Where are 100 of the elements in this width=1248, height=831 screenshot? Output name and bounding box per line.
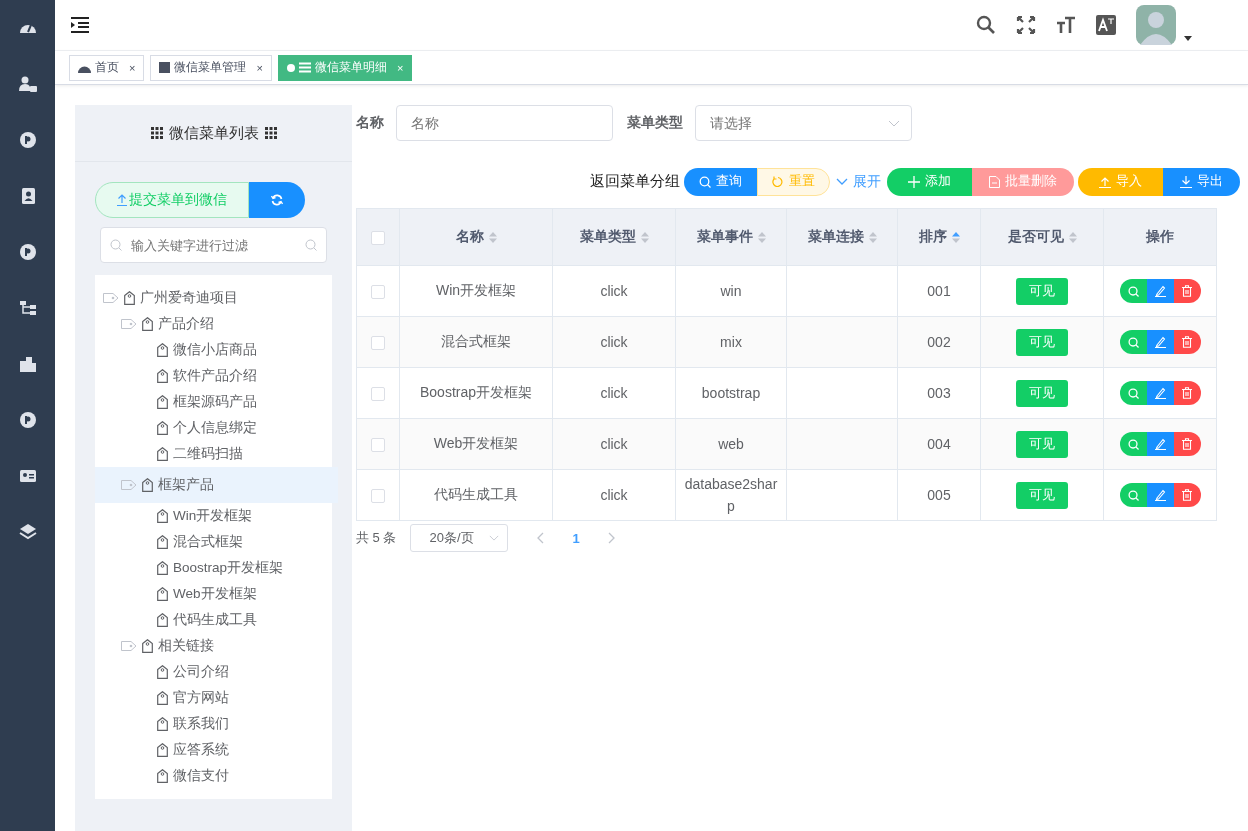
tree-node[interactable]: 个人信息绑定 [95, 415, 332, 441]
circle-icon[interactable] [18, 411, 37, 429]
tree-node[interactable]: Boostrap开发框架 [95, 555, 332, 581]
tag-icon[interactable] [121, 641, 137, 651]
tree-node[interactable]: 软件产品介绍 [95, 363, 332, 389]
column-header[interactable]: 排序 [918, 228, 947, 246]
tree-node[interactable]: 相关链接 [95, 633, 332, 659]
column-header[interactable]: 是否可见 [1007, 228, 1064, 246]
page-size-select[interactable]: 20条/页 [410, 524, 509, 552]
label-icon [157, 587, 168, 601]
view-button[interactable] [1119, 330, 1147, 354]
user-lock-icon[interactable] [18, 75, 37, 93]
tree-node[interactable]: 框架源码产品 [95, 389, 332, 415]
tree-node[interactable]: 微信小店商品 [95, 337, 332, 363]
tree-node[interactable]: 广州爱奇迪项目 [95, 285, 332, 311]
column-header[interactable]: 操作 [1146, 228, 1174, 246]
tree-node[interactable]: 官方网站 [95, 685, 332, 711]
column-header[interactable]: 菜单连接 [807, 228, 864, 246]
view-button[interactable] [1119, 381, 1147, 405]
refresh-button[interactable] [249, 182, 305, 218]
tree-node[interactable]: 混合式框架 [95, 529, 332, 555]
fullscreen-icon[interactable] [1016, 15, 1036, 35]
delete-button[interactable] [1173, 279, 1201, 303]
parking-icon[interactable] [18, 243, 37, 261]
font-size-icon[interactable] [1056, 15, 1076, 35]
menu-icon[interactable] [71, 17, 89, 33]
delete-button[interactable] [1173, 483, 1201, 507]
sort-icon[interactable] [868, 230, 877, 244]
name-field[interactable]: 名称 [396, 105, 613, 141]
menu-type-select[interactable]: 请选择 [695, 105, 912, 141]
avatar[interactable] [1136, 5, 1176, 45]
trash-icon [1182, 336, 1192, 348]
table-cell: 混合式框架 [441, 333, 511, 349]
edit-button[interactable] [1146, 432, 1174, 456]
hierarchy-icon[interactable] [18, 299, 37, 317]
tree-node[interactable]: 代码生成工具 [95, 607, 332, 633]
tree-node[interactable]: 二维码扫描 [95, 441, 332, 467]
view-button[interactable] [1119, 279, 1147, 303]
delete-button[interactable] [1173, 381, 1201, 405]
sort-icon[interactable] [1068, 230, 1077, 244]
column-header[interactable]: 菜单类型 [579, 228, 636, 246]
close-tab-button[interactable]: × [256, 61, 263, 74]
tree-node[interactable]: 应答系统 [95, 737, 332, 763]
tree-node[interactable]: 公司介绍 [95, 659, 332, 685]
prev-page-icon[interactable] [536, 532, 545, 544]
search-icon [1127, 438, 1139, 450]
tab[interactable]: 首页 × [69, 54, 145, 81]
tree-node[interactable]: Win开发框架 [95, 503, 332, 529]
column-header[interactable]: 名称 [455, 228, 484, 246]
table-cell-text: mix [719, 332, 743, 352]
sort-icon[interactable] [488, 230, 497, 244]
parking-icon[interactable] [18, 131, 37, 149]
search-icon[interactable] [976, 15, 996, 35]
tree-node[interactable]: 产品介绍 [95, 311, 332, 337]
close-tab-button[interactable]: × [129, 61, 136, 74]
visible-tag: 可见 [1016, 481, 1068, 509]
id-card-icon[interactable] [18, 467, 37, 485]
back-link[interactable]: 返回菜单分组 [590, 172, 680, 191]
column-header[interactable]: 菜单事件 [696, 228, 753, 246]
label-icon [142, 478, 153, 492]
tag-icon[interactable] [121, 319, 137, 329]
tree-node[interactable]: 微信支付 [95, 763, 332, 789]
tree-node[interactable]: 框架产品 [95, 467, 338, 503]
layers-icon[interactable] [18, 523, 37, 541]
chevron-down-icon [888, 120, 900, 127]
view-button[interactable] [1119, 483, 1147, 507]
tree-node[interactable]: Web开发框架 [95, 581, 332, 607]
row-checkbox[interactable] [371, 438, 385, 453]
reset-icon [772, 175, 784, 188]
delete-button[interactable] [1173, 330, 1201, 354]
row-checkbox[interactable] [371, 285, 385, 300]
tree-node[interactable]: 联系我们 [95, 711, 332, 737]
total-count: 共 5 条 [356, 529, 397, 547]
row-checkbox[interactable] [371, 489, 385, 504]
filter-field[interactable]: 输入关键字进行过滤 [100, 227, 327, 263]
search-icon [1127, 336, 1139, 348]
trash-icon [1182, 489, 1192, 501]
next-page-icon[interactable] [607, 532, 616, 544]
sort-icon[interactable] [640, 230, 649, 244]
tag-icon[interactable] [121, 480, 137, 490]
edit-button[interactable] [1146, 279, 1174, 303]
row-checkbox[interactable] [371, 387, 385, 402]
sort-icon[interactable] [757, 230, 766, 244]
caret-icon[interactable] [1184, 35, 1192, 41]
edit-button[interactable] [1146, 330, 1174, 354]
delete-button[interactable] [1173, 432, 1201, 456]
label-icon [157, 665, 168, 679]
pencil-icon [1154, 336, 1166, 348]
buildings-icon[interactable] [18, 355, 37, 373]
translate-icon[interactable] [1096, 15, 1116, 35]
edit-button[interactable] [1146, 381, 1174, 405]
tag-icon[interactable] [103, 293, 119, 303]
upload-icon [1099, 175, 1111, 188]
view-button[interactable] [1119, 432, 1147, 456]
row-checkbox[interactable] [371, 336, 385, 351]
tab[interactable]: 微信菜单管理 × [150, 54, 272, 81]
sort-icon[interactable] [951, 230, 960, 244]
edit-button[interactable] [1146, 483, 1174, 507]
select-all-checkbox[interactable] [371, 230, 385, 245]
label-icon [157, 769, 168, 783]
